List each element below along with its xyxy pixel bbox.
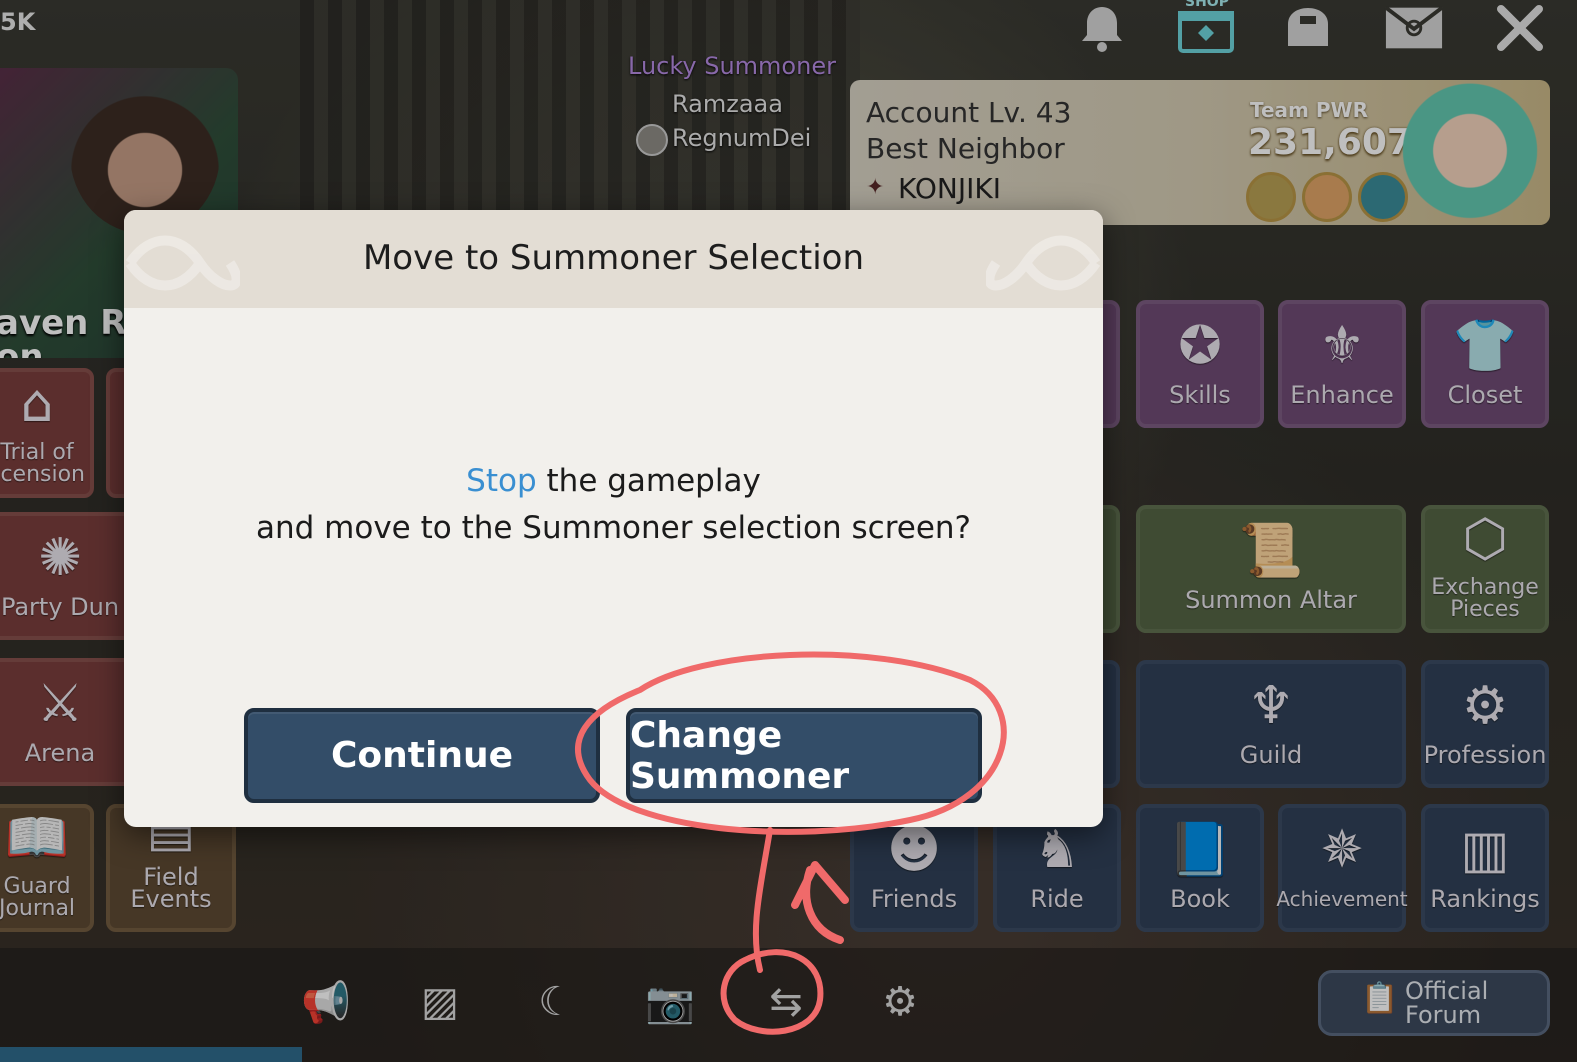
dialog-title: Move to Summoner Selection [362, 238, 865, 278]
message-line2: and move to the Summoner selection scree… [255, 510, 971, 546]
message-highlight: Stop [466, 463, 537, 499]
dialog-header: Move to Summoner Selection [124, 210, 1103, 308]
continue-button[interactable]: Continue [244, 708, 600, 803]
message-line1: the gameplay [536, 463, 761, 499]
change-summoner-button[interactable]: Change Summoner [626, 708, 982, 803]
summoner-selection-dialog: Move to Summoner Selection Stop the game… [124, 210, 1103, 827]
dialog-message: Stop the gameplay and move to the Summon… [124, 458, 1103, 552]
